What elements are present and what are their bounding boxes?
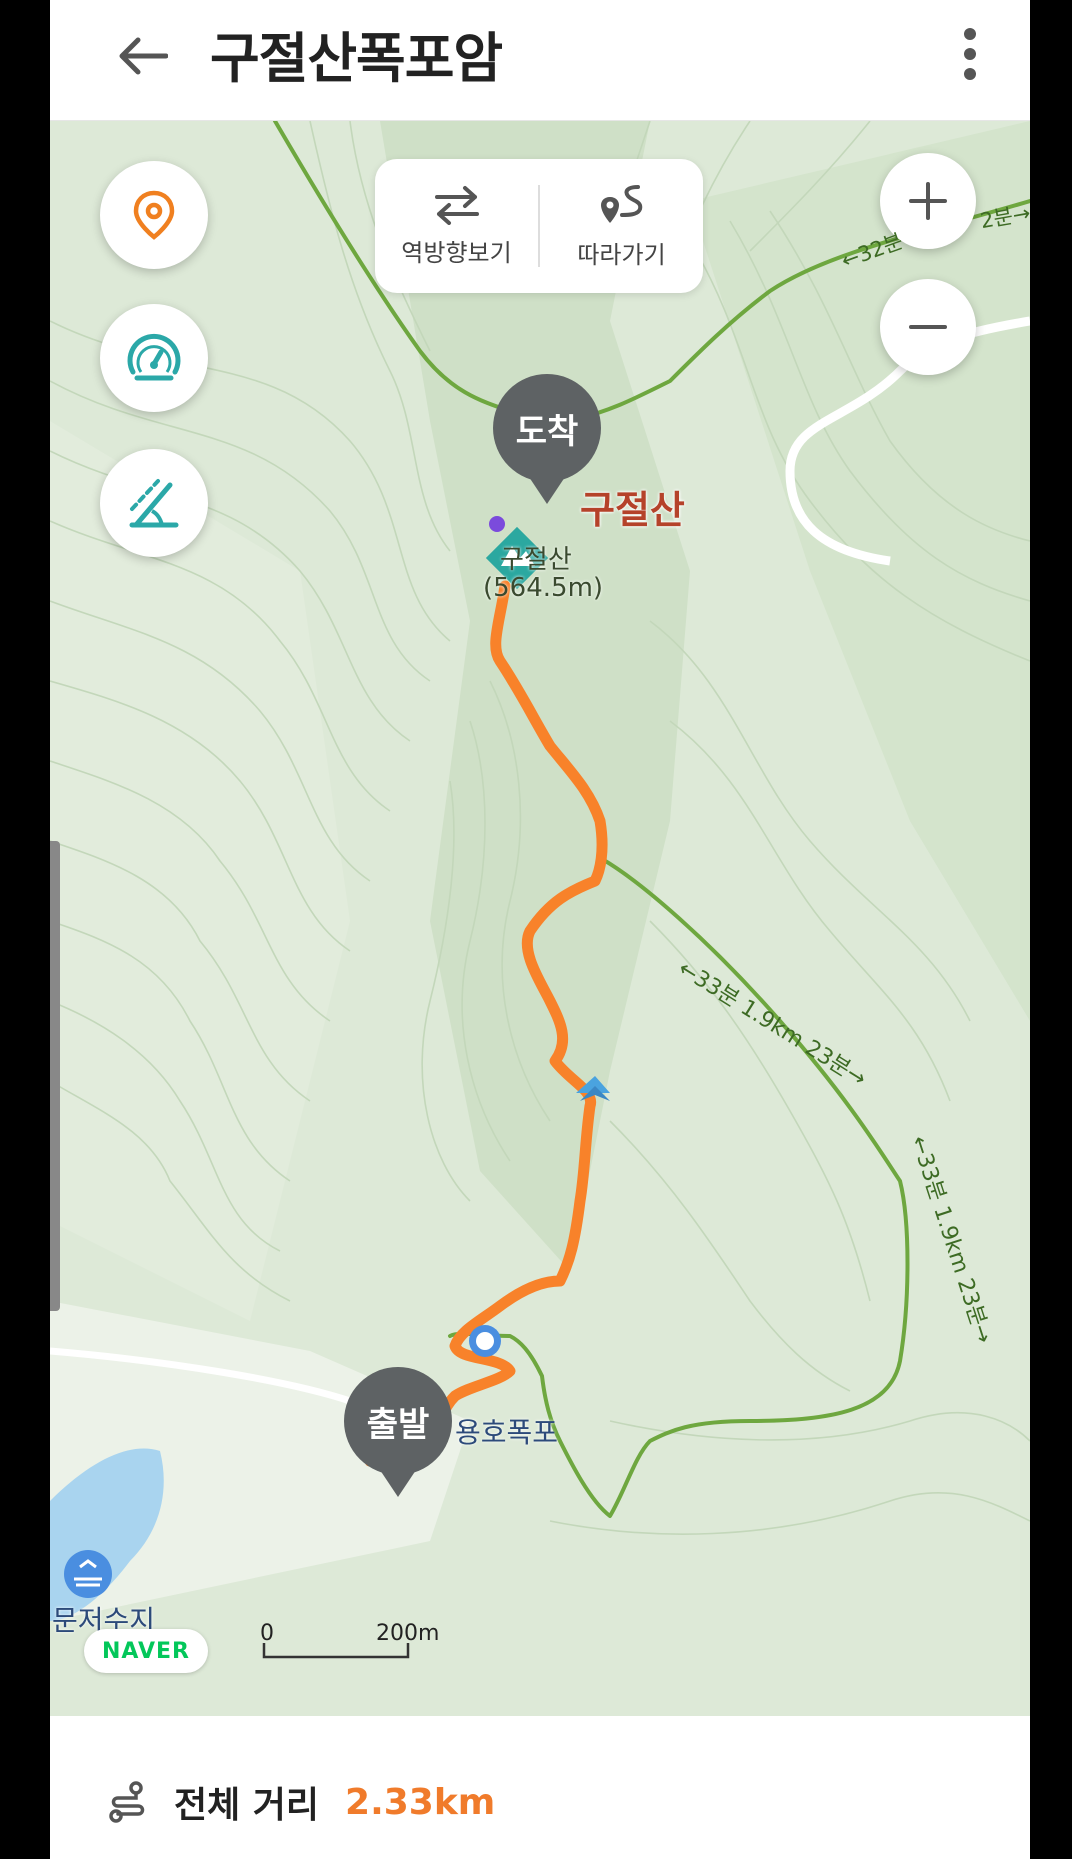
speedometer-icon [127,333,181,381]
route-summary-panel: 전체 거리 2.33km [50,1716,1030,1859]
departure-pin[interactable]: 출발 [344,1367,452,1497]
follow-route-button[interactable]: 따라가기 [540,159,703,293]
back-button[interactable] [110,24,174,88]
scale-end: 200m [376,1621,440,1646]
scale-bar: 0 200m [260,1621,450,1665]
distance-label: 전체 거리 [174,1785,320,1826]
location-pin-icon [133,190,175,240]
naver-logo: NAVER [84,1629,208,1673]
map-view[interactable]: 역방향보기 따라가기 ←32분 2분→ ←33분 1.9km 23분→ ←33분… [50,121,1030,1716]
peak-elevation: (564.5m) [483,573,604,603]
reverse-direction-button[interactable]: 역방향보기 [375,159,538,293]
app: 구절산폭포암 역방향보기 따라가기 ←32분 2분→ ←33분 1.9km 23… [50,0,1030,1859]
back-arrow-icon [119,37,168,75]
plus-icon [909,182,947,220]
more-menu-button[interactable] [950,22,990,86]
side-panel-handle[interactable] [50,841,60,1311]
more-vertical-icon [964,28,976,80]
slope-button[interactable] [100,449,208,557]
route-tools-panel: 역방향보기 따라가기 [375,159,703,293]
follow-route-icon [600,184,642,223]
scale-start: 0 [260,1621,274,1646]
page-title: 구절산폭포암 [210,27,503,90]
minus-icon [909,325,947,329]
route-distance-icon [109,1781,145,1823]
follow-route-label: 따라가기 [577,240,666,269]
reverse-direction-label: 역방향보기 [401,238,512,267]
peak-subtitle: 구절산 [500,545,572,575]
my-location-button[interactable] [100,161,208,269]
speedometer-button[interactable] [100,304,208,412]
distance-value: 2.33km [345,1781,496,1823]
header: 구절산폭포암 [50,0,1030,121]
arrival-pin[interactable]: 도착 [493,374,601,504]
distance-row: 전체 거리 2.33km [108,1776,495,1828]
peak-name-label: 구절산 [580,488,685,532]
zoom-out-button[interactable] [880,279,976,375]
waterfall-label: 용호폭포 [455,1416,559,1449]
slope-icon [129,479,179,528]
swap-arrows-icon [434,185,479,225]
